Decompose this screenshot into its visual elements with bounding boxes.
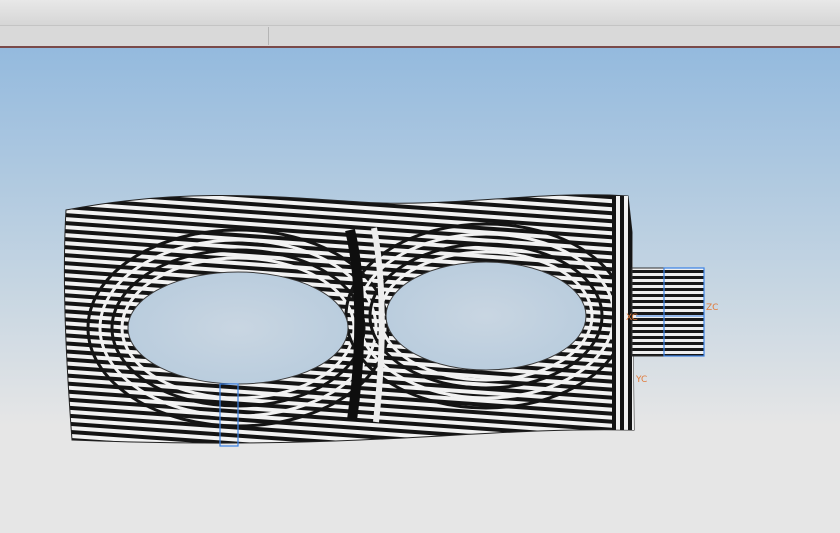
model-canvas[interactable]: ZC XC YC <box>0 48 840 533</box>
axis-label-y: YC <box>635 375 647 385</box>
document-tab-strip <box>0 26 840 46</box>
mask-surface-body[interactable] <box>63 194 636 444</box>
right-eye-opening[interactable] <box>385 261 587 371</box>
graphics-viewport[interactable]: ZC XC YC <box>0 48 840 533</box>
left-eye-opening[interactable] <box>127 271 349 385</box>
axis-label-z: ZC <box>706 303 718 313</box>
axis-label-x: XC <box>626 313 638 323</box>
tab-divider <box>268 27 269 45</box>
mount-tab-extrusion[interactable] <box>631 267 705 357</box>
window-titlebar <box>0 0 840 26</box>
